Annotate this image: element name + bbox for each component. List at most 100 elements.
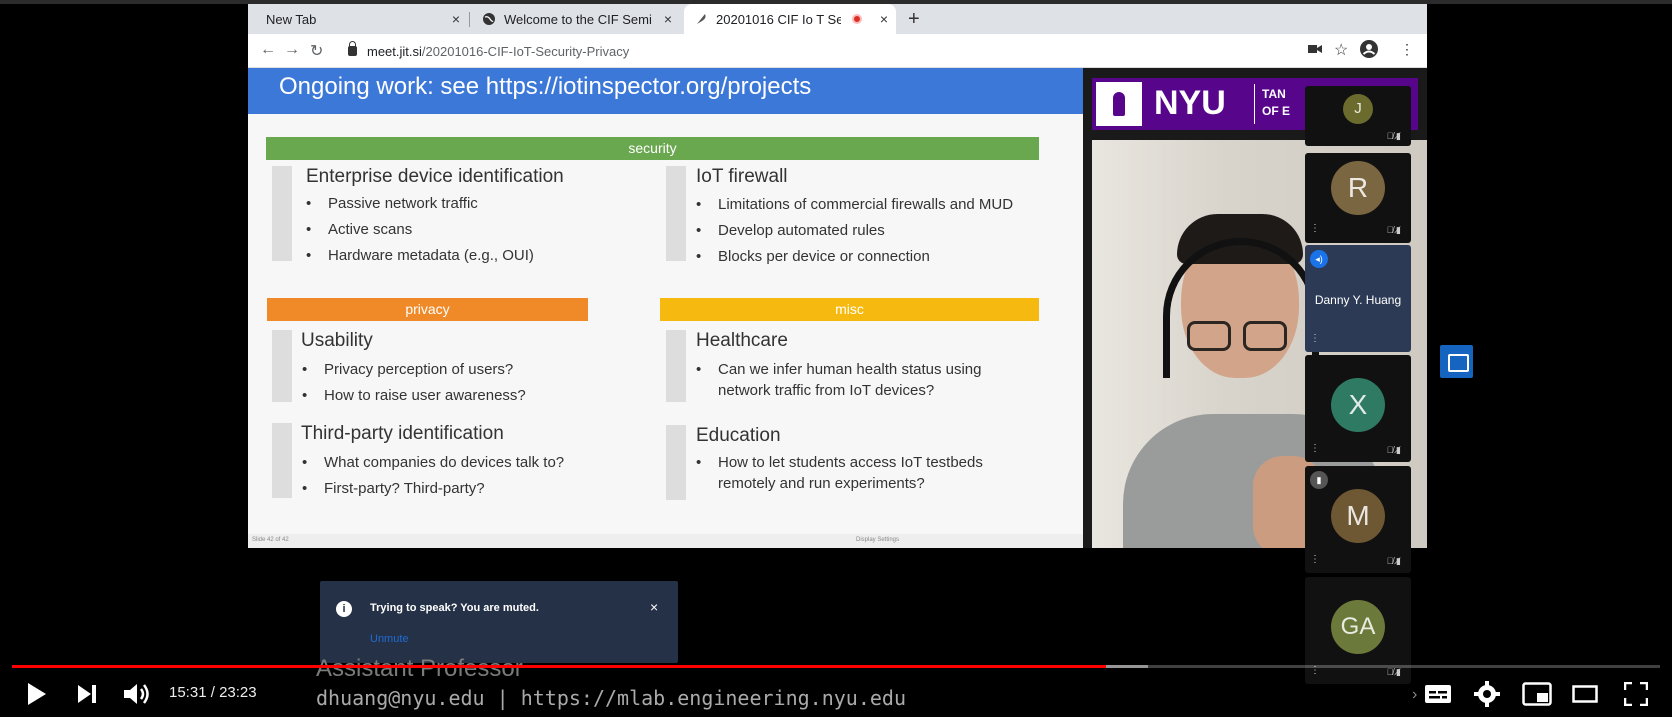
feather-icon (697, 14, 706, 24)
video-off-icon: 🎙̸ ▮̸ (1386, 556, 1401, 566)
forward-arrow-icon[interactable]: → (284, 41, 300, 59)
lock-icon (348, 41, 357, 56)
video-off-icon: 🎙̸ ▮̸ (1386, 667, 1401, 677)
block-heading: Healthcare (696, 330, 788, 351)
settings-gear-icon[interactable] (1474, 681, 1500, 707)
block-bar (272, 423, 292, 498)
mic-muted-icon: 🎙̸ ▮̸ (1386, 131, 1401, 141)
dominant-speaker-icon: ◂) (1310, 250, 1328, 268)
misc-band: misc (660, 298, 1039, 321)
banner-subtext-line: OF E (1262, 104, 1291, 118)
participant-tile-active[interactable]: ◂) Danny Y. Huang ⋮ (1305, 245, 1411, 352)
banner-divider (1254, 84, 1255, 124)
glasses (1243, 321, 1287, 351)
picture-in-picture-icon[interactable] (1440, 345, 1473, 378)
tab-welcome[interactable]: Welcome to the CIF Semi × (470, 4, 680, 34)
thirdparty-list: What companies do devices talk to? First… (300, 450, 564, 502)
list-item: How to raise user awareness? (300, 383, 526, 409)
connection-icon: ▮ (1310, 471, 1328, 489)
play-icon[interactable] (24, 681, 48, 707)
kebab-menu-icon[interactable]: ⋮ (1310, 333, 1320, 344)
tab-new-tab[interactable]: New Tab × (248, 4, 468, 34)
address-bar: ← → ↻ meet.jit.si/20201016-CIF-IoT-Secur… (248, 34, 1427, 68)
banner-subtext-line: TAN (1262, 87, 1286, 101)
list-item: Can we infer human health status using n… (694, 359, 1004, 401)
account-icon[interactable] (1360, 40, 1378, 58)
close-icon[interactable]: × (650, 599, 658, 615)
tab-label: 20201016 CIF Io T Secu (716, 11, 841, 27)
back-arrow-icon[interactable]: ← (260, 41, 276, 59)
block-bar (666, 330, 686, 402)
block-heading: Enterprise device identification (306, 166, 564, 187)
nyu-wordmark: NYU (1154, 84, 1226, 122)
next-icon[interactable] (76, 681, 98, 707)
block-heading: Third-party identification (301, 423, 504, 444)
participant-tile[interactable]: R ⋮ 🎙̸ ▮̸ (1305, 153, 1411, 243)
played-bar (12, 665, 1106, 668)
block-bar (666, 425, 686, 500)
star-icon[interactable]: ☆ (1334, 40, 1348, 60)
muted-notification: i Trying to speak? You are muted. × Unmu… (320, 581, 678, 663)
globe-icon (483, 13, 495, 25)
security-band: security (266, 137, 1039, 160)
video-off-icon: 🎙̸ ▮̸ (1386, 225, 1401, 235)
unmute-link[interactable]: Unmute (370, 633, 409, 645)
avatar: R (1331, 161, 1385, 215)
firewall-list: Limitations of commercial firewalls and … (694, 192, 1013, 270)
recording-icon (852, 14, 862, 24)
progress-bar[interactable] (12, 665, 1660, 668)
participant-tile[interactable]: J 🎙̸ ▮̸ (1305, 86, 1411, 146)
avatar-initial: GA (1340, 613, 1376, 640)
url-field[interactable]: meet.jit.si/20201016-CIF-IoT-Security-Pr… (348, 38, 1348, 64)
kebab-menu-icon[interactable]: ⋮ (1400, 41, 1414, 58)
participant-tiles: J 🎙̸ ▮̸ R ⋮ 🎙̸ ▮̸ ◂) Danny Y. Huang ⋮ X … (1305, 86, 1411, 686)
close-icon[interactable]: × (452, 11, 460, 27)
subtitles-icon[interactable] (1424, 684, 1452, 704)
tab-jitsi-meeting[interactable]: 20201016 CIF Io T Secu × (684, 4, 896, 34)
plus-icon[interactable]: + (908, 8, 920, 31)
video-stage[interactable]: New Tab × Welcome to the CIF Semi × 2020… (0, 0, 1672, 717)
info-icon: i (336, 601, 352, 617)
block-heading: Usability (301, 330, 373, 351)
list-item: Blocks per device or connection (694, 244, 1013, 270)
time-separator: / (206, 684, 220, 701)
current-time: 15:31 (169, 684, 207, 701)
lower-third-contact: dhuang@nyu.edu | https://mlab.engineerin… (316, 686, 907, 710)
avatar: GA (1331, 600, 1385, 654)
url-host: meet.jit.si (367, 43, 422, 59)
avatar-initial: R (1347, 172, 1369, 203)
participant-tile[interactable]: X ⋮ 🎙̸ ▮̸ (1305, 355, 1411, 462)
kebab-menu-icon[interactable]: ⋮ (1310, 443, 1320, 454)
lower-third-title: Assistant Professor (316, 655, 523, 682)
tab-label: New Tab (266, 11, 317, 27)
fullscreen-icon[interactable] (1624, 682, 1648, 706)
participant-name: Danny Y. Huang (1314, 293, 1402, 307)
nyu-torch-logo (1096, 82, 1142, 126)
time-display: 15:31 / 23:23 (169, 684, 257, 701)
usability-list: Privacy perception of users? How to rais… (300, 357, 526, 409)
kebab-menu-icon[interactable]: ⋮ (1310, 554, 1320, 565)
slide-footer: Slide 42 of 42 Display Settings (248, 534, 1083, 548)
block-heading: Education (696, 425, 781, 446)
list-item: Active scans (304, 217, 534, 243)
miniplayer-icon[interactable] (1522, 682, 1552, 706)
avatar: M (1331, 489, 1385, 543)
participant-tile[interactable]: ▮ M ⋮ 🎙̸ ▮̸ (1305, 466, 1411, 573)
close-icon[interactable]: × (664, 11, 672, 27)
avatar-initial: M (1346, 500, 1370, 531)
list-item: First-party? Third-party? (300, 476, 564, 502)
banner-subtext: TAN OF E (1262, 86, 1290, 120)
reload-icon[interactable]: ↻ (310, 41, 323, 61)
list-item: Hardware metadata (e.g., OUI) (304, 243, 534, 269)
camera-icon[interactable] (1308, 43, 1322, 55)
close-icon[interactable]: × (880, 11, 888, 27)
notification-text: Trying to speak? You are muted. (370, 602, 539, 614)
url-path: /20201016-CIF-IoT-Security-Privacy (421, 43, 630, 59)
slide-title-text: Ongoing work: see https://iotinspector.o… (279, 73, 812, 100)
kebab-menu-icon[interactable]: ⋮ (1310, 223, 1320, 234)
theater-icon[interactable] (1572, 685, 1598, 703)
block-bar (666, 166, 686, 261)
enterprise-list: Passive network traffic Active scans Har… (304, 191, 534, 269)
list-item: What companies do devices talk to? (300, 450, 564, 476)
volume-icon[interactable] (122, 681, 152, 707)
